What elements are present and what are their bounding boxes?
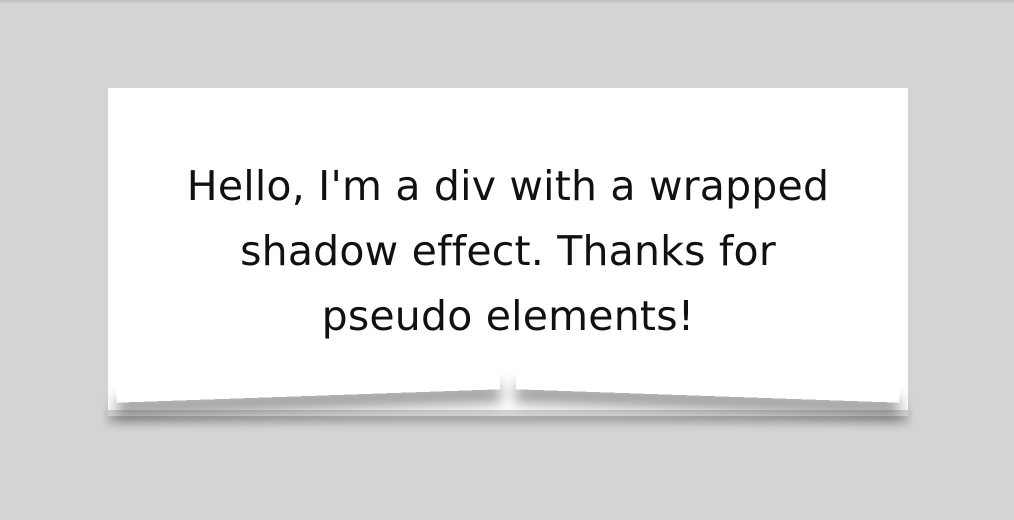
top-edge-shadow <box>0 0 1014 4</box>
wrapped-shadow-card: Hello, I'm a div with a wrapped shadow e… <box>108 88 908 410</box>
page-canvas: { "card": { "text": "Hello, I'm a div wi… <box>0 0 1014 520</box>
card-message: Hello, I'm a div with a wrapped shadow e… <box>186 161 830 340</box>
